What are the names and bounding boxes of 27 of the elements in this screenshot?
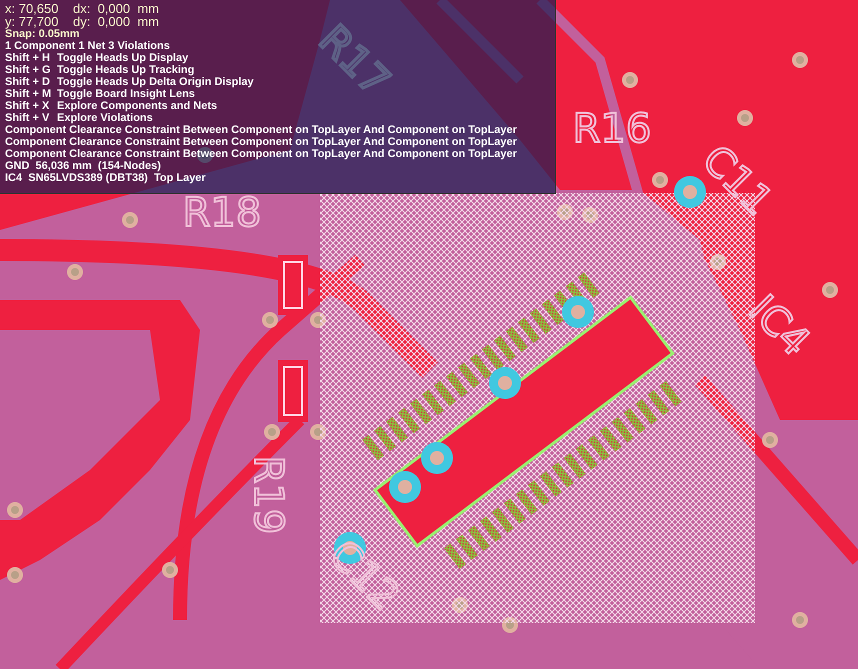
delta-coordinate: dx: 0,000 mm <box>73 2 159 15</box>
shortcut-action: Explore Violations <box>57 112 153 124</box>
shortcut-action: Explore Components and Nets <box>57 100 218 112</box>
snap-setting: Snap: 0.05mm <box>5 28 80 40</box>
selection-summary: 1 Component 1 Net 3 Violations <box>5 40 170 52</box>
delta-coordinate: dy: 0,000 mm <box>73 15 159 28</box>
shortcut-keys: Shift + X <box>5 100 57 112</box>
shortcut-keys: Shift + G <box>5 64 57 76</box>
shortcut-action: Toggle Heads Up Delta Origin Display <box>57 76 254 88</box>
shortcut-keys: Shift + V <box>5 112 57 124</box>
shortcut-action: Toggle Board Insight Lens <box>57 88 195 100</box>
component-info: IC4 SN65LVDS389 (DBT38) Top Layer <box>5 172 206 184</box>
silkscreen-designator: R18 <box>182 190 262 236</box>
silkscreen-designator: R19 <box>245 456 291 534</box>
shortcut-keys: Shift + M <box>5 88 57 100</box>
violation-message: Component Clearance Constraint Between Component on TopLayer And Component on TopLayer <box>5 136 517 148</box>
shortcut-keys: Shift + H <box>5 52 57 64</box>
violation-message: Component Clearance Constraint Between Component on TopLayer And Component on TopLayer <box>5 124 517 136</box>
cursor-coordinate: y: 77,700 <box>5 15 60 28</box>
silkscreen-designator: IC4 <box>740 286 818 366</box>
shortcut-keys: Shift + D <box>5 76 57 88</box>
violation-message: Component Clearance Constraint Between Component on TopLayer And Component on TopLayer <box>5 148 517 160</box>
shortcut-action: Toggle Heads Up Tracking <box>57 64 194 76</box>
net-info: GND 56,036 mm (154-Nodes) <box>5 160 161 172</box>
cursor-coordinate: x: 70,650 <box>5 2 60 15</box>
shortcut-action: Toggle Heads Up Display <box>57 52 188 64</box>
silkscreen-designator: R17 <box>310 16 398 105</box>
